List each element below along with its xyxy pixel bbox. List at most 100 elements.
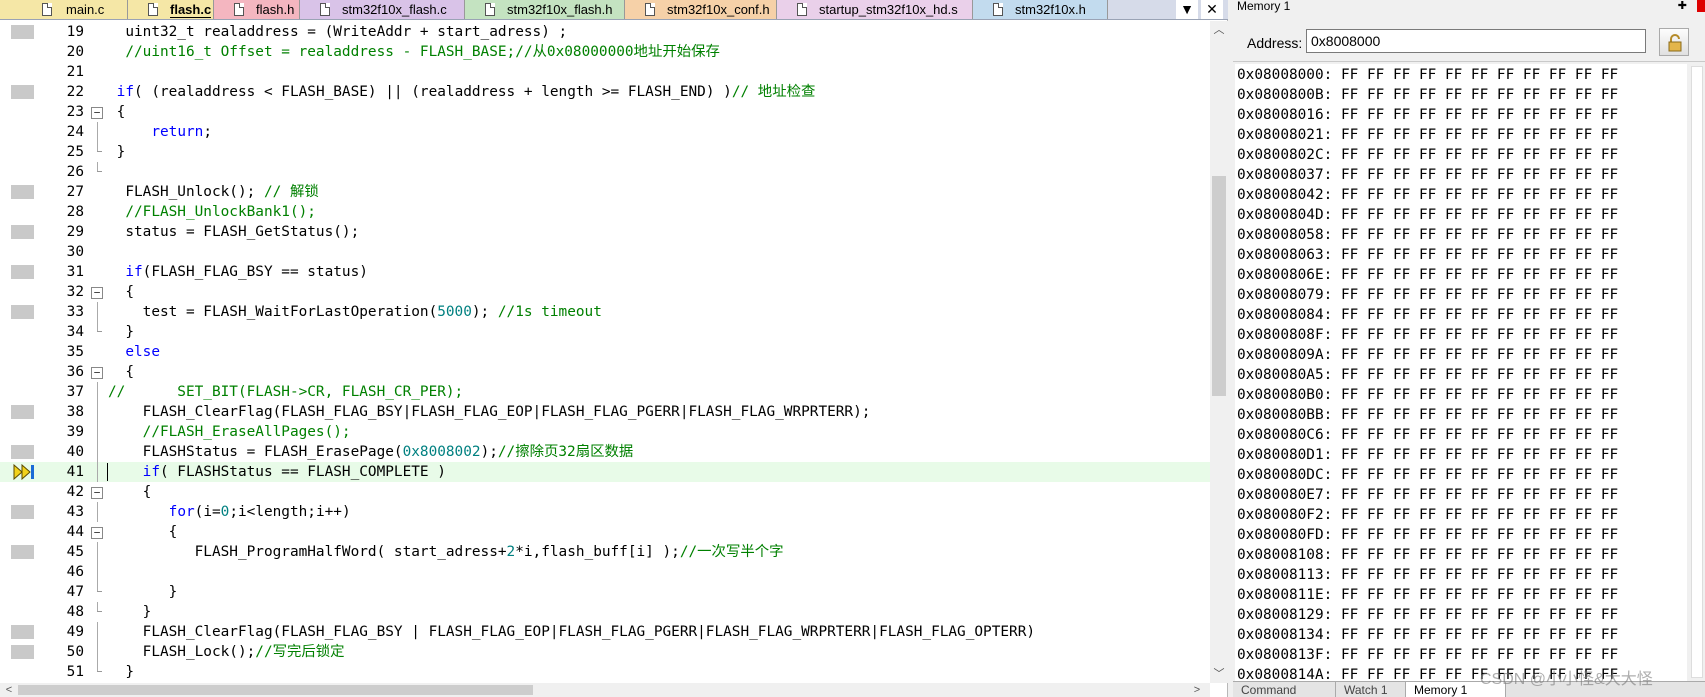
memory-row[interactable]: 0x080080FD: FF FF FF FF FF FF FF FF FF F… (1237, 525, 1618, 545)
memory-scroll-thumb[interactable] (1691, 66, 1703, 678)
memory-vertical-scrollbar[interactable] (1689, 64, 1705, 681)
memory-row[interactable]: 0x08008037: FF FF FF FF FF FF FF FF FF F… (1237, 165, 1618, 185)
code-line[interactable]: 24 return; (0, 122, 1210, 142)
breakpoint-margin-marker[interactable] (11, 505, 34, 519)
memory-row[interactable]: 0x080080C6: FF FF FF FF FF FF FF FF FF F… (1237, 425, 1618, 445)
breakpoint-margin-marker[interactable] (11, 445, 34, 459)
editor-tab[interactable]: flash.c (128, 0, 214, 19)
code-area[interactable]: 19 uint32_t realaddress = (WriteAddr + s… (0, 21, 1210, 682)
memory-row[interactable]: 0x0800808F: FF FF FF FF FF FF FF FF FF F… (1237, 325, 1618, 345)
memory-row[interactable]: 0x08008063: FF FF FF FF FF FF FF FF FF F… (1237, 245, 1618, 265)
breakpoint-margin-marker[interactable] (11, 645, 34, 659)
address-input[interactable]: 0x8008000 (1306, 29, 1646, 53)
code-line[interactable]: 30 (0, 242, 1210, 262)
code-line[interactable]: 39 //FLASH_EraseAllPages(); (0, 422, 1210, 442)
code-line[interactable]: 23− { (0, 102, 1210, 122)
memory-row[interactable]: 0x0800811E: FF FF FF FF FF FF FF FF FF F… (1237, 585, 1618, 605)
scroll-right-arrow-icon[interactable]: > (1188, 681, 1206, 697)
code-line[interactable]: 21 (0, 62, 1210, 82)
code-line[interactable]: 33 test = FLASH_WaitForLastOperation(500… (0, 302, 1210, 322)
code-line[interactable]: 48 } (0, 602, 1210, 622)
code-line[interactable]: 28 //FLASH_UnlockBank1(); (0, 202, 1210, 222)
fold-toggle-icon[interactable]: − (91, 367, 103, 379)
memory-row[interactable]: 0x08008084: FF FF FF FF FF FF FF FF FF F… (1237, 305, 1618, 325)
code-line[interactable]: 29 status = FLASH_GetStatus(); (0, 222, 1210, 242)
lock-update-button[interactable] (1659, 28, 1689, 56)
editor-vertical-scroll-thumb[interactable] (1212, 176, 1226, 396)
memory-row[interactable]: 0x08008042: FF FF FF FF FF FF FF FF FF F… (1237, 185, 1618, 205)
code-line[interactable]: 26 (0, 162, 1210, 182)
memory-row[interactable]: 0x08008108: FF FF FF FF FF FF FF FF FF F… (1237, 545, 1618, 565)
memory-row[interactable]: 0x08008079: FF FF FF FF FF FF FF FF FF F… (1237, 285, 1618, 305)
code-line[interactable]: 47 } (0, 582, 1210, 602)
code-line[interactable]: 25 } (0, 142, 1210, 162)
memory-row[interactable]: 0x0800800B: FF FF FF FF FF FF FF FF FF F… (1237, 85, 1618, 105)
close-tab-button[interactable]: ✕ (1201, 0, 1223, 19)
fold-toggle-icon[interactable]: − (91, 107, 103, 119)
memory-row[interactable]: 0x080080E7: FF FF FF FF FF FF FF FF FF F… (1237, 485, 1618, 505)
breakpoint-margin-marker[interactable] (11, 185, 34, 199)
editor-tab[interactable]: stm32f10x.h (973, 0, 1108, 19)
editor-tab[interactable]: stm32f10x_flash.h (465, 0, 625, 19)
code-line[interactable]: 43 for(i=0;i<length;i++) (0, 502, 1210, 522)
breakpoint-margin-marker[interactable] (11, 305, 34, 319)
memory-row[interactable]: 0x0800809A: FF FF FF FF FF FF FF FF FF F… (1237, 345, 1618, 365)
code-line[interactable]: 41 if( FLASHStatus == FLASH_COMPLETE ) (0, 462, 1210, 482)
memory-row[interactable]: 0x08008134: FF FF FF FF FF FF FF FF FF F… (1237, 625, 1618, 645)
code-line[interactable]: 44− { (0, 522, 1210, 542)
memory-row[interactable]: 0x0800806E: FF FF FF FF FF FF FF FF FF F… (1237, 265, 1618, 285)
breakpoint-margin-marker[interactable] (11, 25, 34, 39)
editor-horizontal-scroll-thumb[interactable] (18, 685, 533, 695)
code-line[interactable]: 31 if(FLASH_FLAG_BSY == status) (0, 262, 1210, 282)
code-line[interactable]: 20 //uint16_t Offset = realaddress - FLA… (0, 42, 1210, 62)
code-line[interactable]: 40 FLASHStatus = FLASH_ErasePage(0x80080… (0, 442, 1210, 462)
code-line[interactable]: 32− { (0, 282, 1210, 302)
code-line[interactable]: 46 (0, 562, 1210, 582)
pin-icon[interactable]: ✚ (1678, 0, 1687, 12)
memory-row[interactable]: 0x080080B0: FF FF FF FF FF FF FF FF FF F… (1237, 385, 1618, 405)
bottom-tab[interactable]: Watch 1 (1336, 682, 1406, 697)
breakpoint-margin-marker[interactable] (11, 625, 34, 639)
editor-tab[interactable]: stm32f10x_flash.c (300, 0, 465, 19)
editor-tab[interactable]: stm32f10x_conf.h (625, 0, 777, 19)
memory-row[interactable]: 0x080080A5: FF FF FF FF FF FF FF FF FF F… (1237, 365, 1618, 385)
code-line[interactable]: 49 FLASH_ClearFlag(FLASH_FLAG_BSY | FLAS… (0, 622, 1210, 642)
memory-row[interactable]: 0x080080F2: FF FF FF FF FF FF FF FF FF F… (1237, 505, 1618, 525)
breakpoint-margin-marker[interactable] (11, 265, 34, 279)
memory-row[interactable]: 0x08008058: FF FF FF FF FF FF FF FF FF F… (1237, 225, 1618, 245)
tab-list-dropdown-button[interactable]: ▼ (1176, 0, 1198, 19)
editor-tab[interactable]: flash.h (214, 0, 300, 19)
fold-toggle-icon[interactable]: − (91, 487, 103, 499)
memory-row[interactable]: 0x0800813F: FF FF FF FF FF FF FF FF FF F… (1237, 645, 1618, 665)
bottom-tab[interactable]: Command (1233, 682, 1336, 697)
editor-tab[interactable]: startup_stm32f10x_hd.s (777, 0, 973, 19)
code-line[interactable]: 34 } (0, 322, 1210, 342)
memory-row[interactable]: 0x08008016: FF FF FF FF FF FF FF FF FF F… (1237, 105, 1618, 125)
scroll-left-arrow-icon[interactable]: < (0, 681, 18, 697)
memory-row[interactable]: 0x080080D1: FF FF FF FF FF FF FF FF FF F… (1237, 445, 1618, 465)
memory-row[interactable]: 0x080080DC: FF FF FF FF FF FF FF FF FF F… (1237, 465, 1618, 485)
code-line[interactable]: 51 } (0, 662, 1210, 682)
memory-row[interactable]: 0x08008021: FF FF FF FF FF FF FF FF FF F… (1237, 125, 1618, 145)
breakpoint-margin-marker[interactable] (11, 85, 34, 99)
code-line[interactable]: 38 FLASH_ClearFlag(FLASH_FLAG_BSY|FLASH_… (0, 402, 1210, 422)
editor-tab[interactable]: main.c (0, 0, 128, 19)
breakpoint-margin-marker[interactable] (11, 405, 34, 419)
close-window-icon[interactable] (1697, 0, 1705, 12)
code-line[interactable]: 37 // SET_BIT(FLASH->CR, FLASH_CR_PER); (0, 382, 1210, 402)
breakpoint-margin-marker[interactable] (11, 545, 34, 559)
fold-toggle-icon[interactable]: − (91, 287, 103, 299)
code-line[interactable]: 42− { (0, 482, 1210, 502)
code-line[interactable]: 19 uint32_t realaddress = (WriteAddr + s… (0, 22, 1210, 42)
code-line[interactable]: 35 else (0, 342, 1210, 362)
memory-row[interactable]: 0x0800804D: FF FF FF FF FF FF FF FF FF F… (1237, 205, 1618, 225)
memory-dump[interactable]: 0x08008000: FF FF FF FF FF FF FF FF FF F… (1235, 64, 1687, 681)
code-line[interactable]: 27 FLASH_Unlock(); // 解锁 (0, 182, 1210, 202)
breakpoint-margin-marker[interactable] (11, 225, 34, 239)
memory-row[interactable]: 0x0800802C: FF FF FF FF FF FF FF FF FF F… (1237, 145, 1618, 165)
memory-row[interactable]: 0x080080BB: FF FF FF FF FF FF FF FF FF F… (1237, 405, 1618, 425)
code-line[interactable]: 50 FLASH_Lock();//写完后锁定 (0, 642, 1210, 662)
editor-horizontal-scrollbar[interactable]: < > (0, 683, 1210, 697)
editor-vertical-scrollbar[interactable]: ︿ ﹀ (1210, 21, 1228, 683)
memory-row[interactable]: 0x08008113: FF FF FF FF FF FF FF FF FF F… (1237, 565, 1618, 585)
